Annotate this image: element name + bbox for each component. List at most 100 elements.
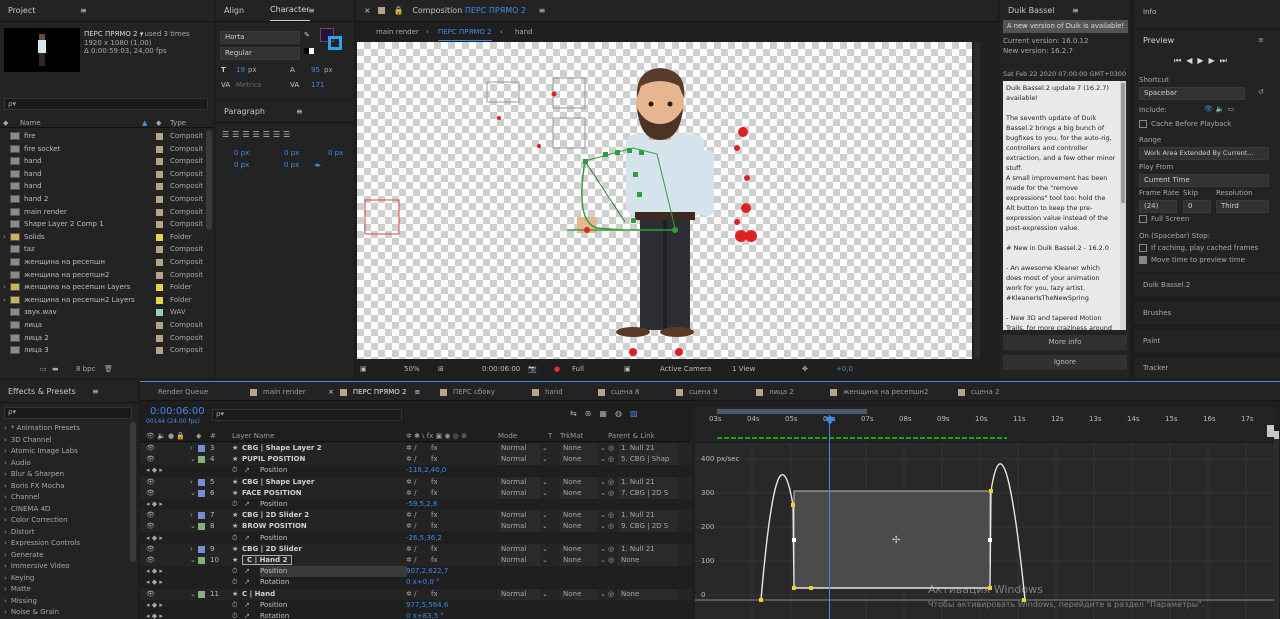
next-frame-icon[interactable]: ▶ <box>1209 56 1220 65</box>
ignore-button[interactable]: Ignore <box>1003 355 1127 370</box>
fx-icon[interactable]: fx <box>431 544 438 555</box>
audio-icon[interactable]: 🔈 <box>1216 105 1228 113</box>
parent-select[interactable]: 7. CBG | 2D S <box>618 487 678 499</box>
graph-toggle-icon[interactable]: ↗ <box>244 499 250 510</box>
graph-toggle-icon[interactable]: ↗ <box>244 611 250 619</box>
breadcrumb-main-render[interactable]: main render <box>376 24 419 40</box>
stopwatch-icon[interactable]: ⏱ <box>232 600 237 611</box>
project-item[interactable]: main render Composit <box>0 206 206 219</box>
label-color-swatch[interactable] <box>156 296 163 304</box>
trkmat-dropdown-icon[interactable]: ⌄ <box>600 589 606 600</box>
parent-pickwhip-icon[interactable]: ◎ <box>608 488 614 499</box>
project-item[interactable]: женщина на ресепшн2 Composit <box>0 269 206 282</box>
stopwatch-icon[interactable]: ⏱ <box>232 611 237 619</box>
tab-menu-icon[interactable]: ≡ <box>414 388 420 396</box>
mode-select[interactable]: Normal <box>498 443 540 454</box>
graph-toggle-icon[interactable]: ↗ <box>244 533 250 544</box>
time-ruler[interactable]: 03s04s05s06s07s08s09s10s11s12s13s14s15s1… <box>695 407 1275 441</box>
parent-select[interactable]: 5. CBG | Shap <box>618 454 678 466</box>
parent-pickwhip-icon[interactable]: ◎ <box>608 544 614 555</box>
graph-toggle-icon[interactable]: ↗ <box>244 465 250 476</box>
property-value[interactable]: -59,5,2,8 <box>406 499 437 510</box>
trkmat-select[interactable]: None <box>560 510 598 522</box>
trkmat-select[interactable]: None <box>560 543 598 555</box>
project-item[interactable]: taz Composit <box>0 243 206 256</box>
parent-pickwhip-icon[interactable]: ◎ <box>608 477 614 488</box>
space-after-value[interactable]: 0 px <box>284 161 299 169</box>
character-menu-icon[interactable]: ≡ <box>308 0 315 22</box>
property-value[interactable]: 977,5,564,6 <box>406 600 448 611</box>
project-item[interactable]: hand Composit <box>0 180 206 193</box>
keyframe-nav-icon[interactable]: ◂ ◆ ▸ <box>146 533 163 544</box>
indent-left-value[interactable]: 0 px <box>234 149 249 157</box>
overlay-icon[interactable]: ▭ <box>1228 105 1238 113</box>
label-color-swatch[interactable] <box>156 233 163 241</box>
fx-icon[interactable]: fx <box>431 443 438 454</box>
comp-viewer[interactable] <box>357 42 972 359</box>
align-right-icon[interactable]: ☰ <box>242 130 252 139</box>
visibility-eye-icon[interactable]: 👁 <box>146 477 155 488</box>
label-color-swatch[interactable] <box>156 170 163 178</box>
graph-toggle-icon[interactable]: ↗ <box>244 577 250 588</box>
reset-icon[interactable]: ↺ <box>1258 88 1264 96</box>
property-row[interactable]: ◂ ◆ ▸ ⏱ ↗ Rotation 0 x+0,0 ° <box>140 577 692 589</box>
project-panel-header[interactable]: Project ≡ <box>0 0 214 22</box>
range-select[interactable]: Work Area Extended By Current... <box>1139 147 1269 160</box>
trkmat-dropdown-icon[interactable]: ⌄ <box>600 510 606 521</box>
effects-search[interactable]: ρ▾ <box>4 407 132 419</box>
expand-arrow-icon[interactable]: ⌄ <box>190 521 196 532</box>
graph-toggle-icon[interactable]: ↗ <box>244 566 250 577</box>
label-color-swatch[interactable] <box>156 334 163 342</box>
resolution-select[interactable]: Third <box>1216 200 1269 213</box>
project-search[interactable]: ρ▾ <box>4 98 208 110</box>
shortcut-select[interactable]: Spacebar <box>1139 87 1245 100</box>
graph-editor-icon[interactable]: ▨ <box>630 409 646 418</box>
playhead-handle[interactable] <box>825 417 835 425</box>
parent-pickwhip-icon[interactable]: ◎ <box>608 555 614 566</box>
timeline-tab[interactable]: сцена 2 <box>958 382 999 402</box>
timeline-tab[interactable]: лица 2 <box>756 382 794 402</box>
project-item[interactable]: звук.wav WAV <box>0 306 206 319</box>
trkmat-select[interactable]: None <box>560 487 598 499</box>
property-row[interactable]: ◂ ◆ ▸ ⏱ ↗ Position -118,2,40,0 <box>140 465 692 477</box>
timeline-search[interactable]: ρ▾ <box>212 409 402 421</box>
trkmat-select[interactable]: None <box>560 588 598 600</box>
project-item[interactable]: женщина на ресепшн Composit <box>0 256 206 269</box>
skip-select[interactable]: 0 <box>1183 200 1211 213</box>
stopwatch-icon[interactable]: ⏱ <box>232 566 237 577</box>
label-color-swatch[interactable] <box>156 347 163 355</box>
project-item[interactable]: fire Composit <box>0 130 206 143</box>
playhead[interactable] <box>829 415 830 619</box>
label-color-swatch[interactable] <box>156 309 163 317</box>
layer-name[interactable]: C | Hand <box>242 589 275 600</box>
trkmat-dropdown-icon[interactable]: ⌄ <box>600 488 606 499</box>
work-area-end-handle[interactable] <box>1267 425 1274 437</box>
trash-icon[interactable]: 🗑 <box>104 362 113 376</box>
parent-select[interactable]: 1. Null 21 <box>618 510 678 522</box>
label-color-swatch[interactable] <box>156 145 163 153</box>
layer-row[interactable]: 👁 › 7 ★ CBG | 2D Slider 2 ✲ / fx Normal ⌄ None ⌄ ◎ 1… <box>140 510 692 522</box>
font-style-select[interactable]: Regular <box>220 47 300 60</box>
full-screen-checkbox[interactable]: Full Screen <box>1139 215 1189 223</box>
layer-label-color[interactable] <box>198 523 205 531</box>
trkmat-dropdown-icon[interactable]: ⌄ <box>600 544 606 555</box>
snapshot-icon[interactable]: 📷 <box>528 362 537 376</box>
resolution-select[interactable]: Full <box>572 362 584 376</box>
if-caching-checkbox[interactable]: If caching, play cached frames <box>1139 244 1258 252</box>
mode-dropdown-icon[interactable]: ⌄ <box>542 555 548 566</box>
timeline-tab[interactable]: сцена 9 <box>676 382 717 402</box>
mode-select[interactable]: Normal <box>498 476 540 488</box>
layer-row[interactable]: 👁 › 9 ★ CBG | 2D Slider ✲ / fx Normal ⌄ None ⌄ ◎ 1. … <box>140 543 692 555</box>
label-color-swatch[interactable] <box>156 183 163 191</box>
visibility-eye-icon[interactable]: 👁 <box>146 521 155 532</box>
draft-3d-icon[interactable]: ⇆ <box>570 409 585 418</box>
keyframe-nav-icon[interactable]: ◂ ◆ ▸ <box>146 465 163 476</box>
property-value[interactable]: 0 x+83,5 ° <box>406 611 444 619</box>
project-item[interactable]: hand 2 Composit <box>0 193 206 206</box>
mode-select[interactable]: Normal <box>498 454 540 466</box>
fx-icon[interactable]: fx <box>431 477 438 488</box>
preview-menu-icon[interactable]: ≡ <box>1258 36 1264 44</box>
trkmat-select[interactable]: None <box>560 555 598 566</box>
expand-arrow-icon[interactable]: › <box>3 281 9 294</box>
align-left-icon[interactable]: ☰ <box>222 130 232 139</box>
